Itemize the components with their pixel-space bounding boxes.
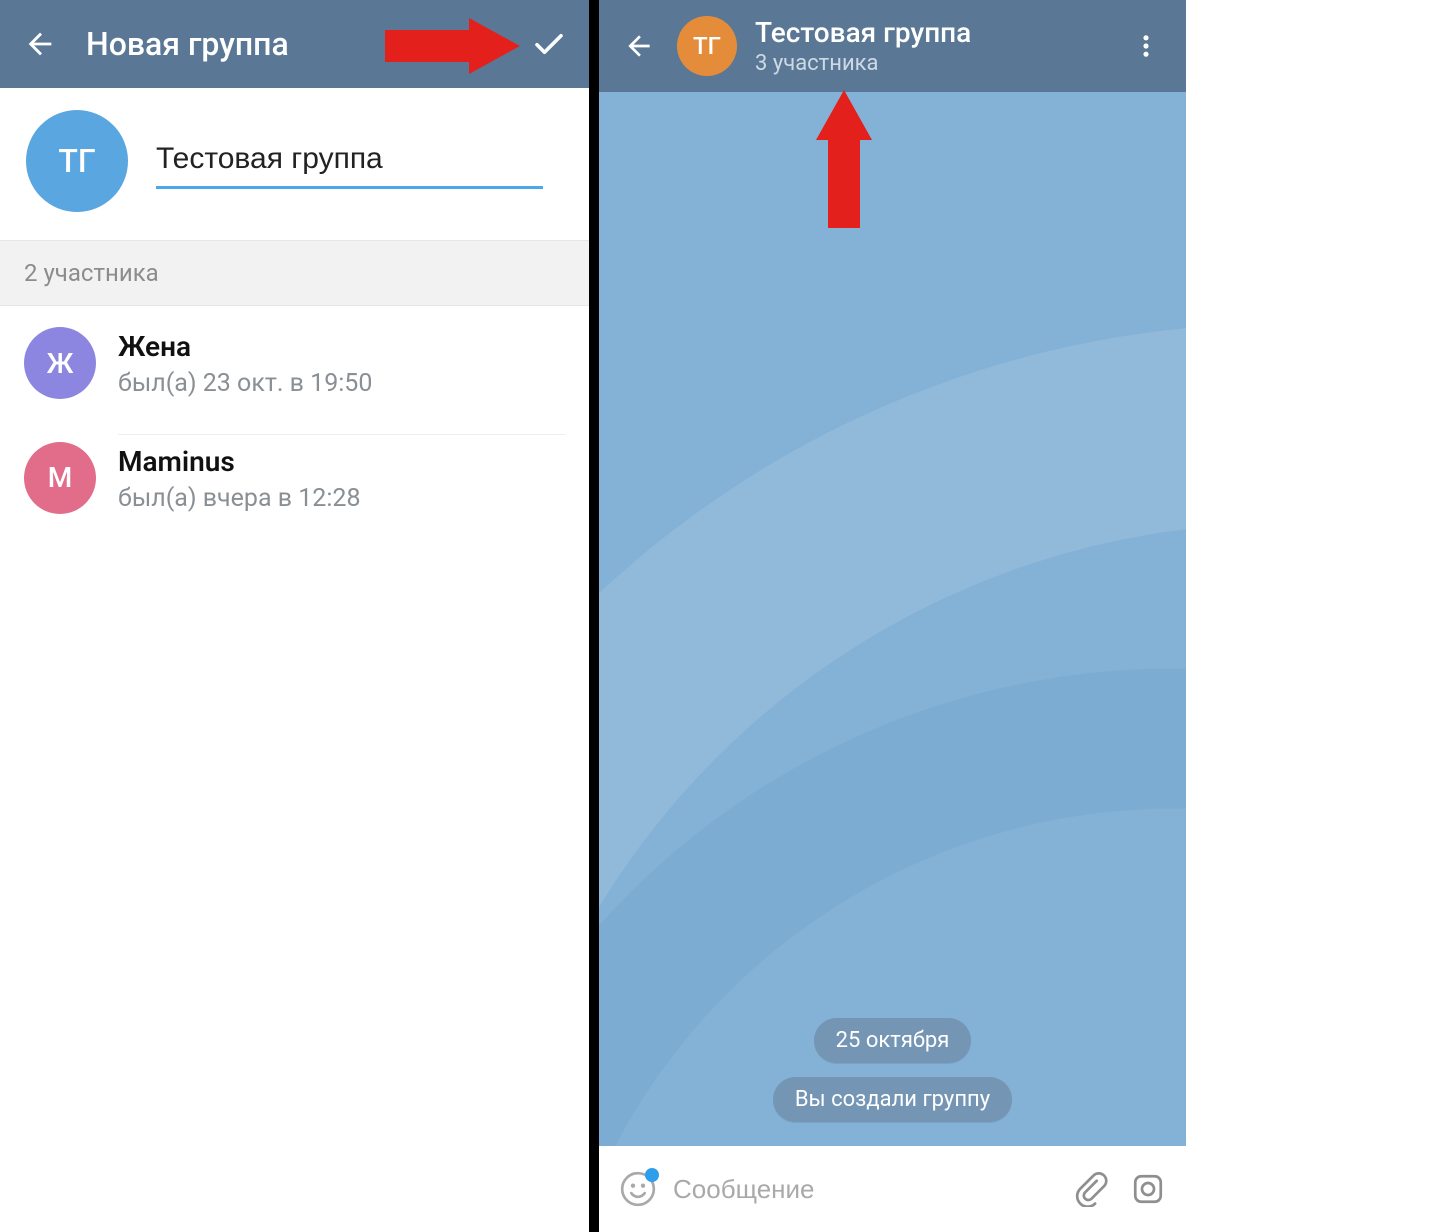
message-input[interactable] [673, 1174, 1056, 1205]
screen-group-chat: ТГ Тестовая группа 3 участника 25 октябр… [599, 0, 1186, 1232]
paperclip-icon [1072, 1171, 1108, 1207]
member-text: Жена был(а) 23 окт. в 19:50 [118, 320, 565, 406]
arrow-right-icon [385, 18, 520, 74]
group-edit-row: ТГ [0, 88, 589, 240]
annotation-arrow-right [385, 18, 520, 74]
voice-camera-button[interactable] [1124, 1165, 1172, 1213]
group-name-field-wrap [156, 134, 543, 189]
member-text: Maminus был(а) вчера в 12:28 [118, 434, 565, 521]
system-message-bubble: Вы создали группу [773, 1077, 1012, 1122]
chat-body: 25 октября Вы создали группу [599, 92, 1186, 1146]
confirm-button[interactable] [521, 16, 577, 72]
chat-subtitle: 3 участника [755, 51, 1118, 76]
member-status: был(а) вчера в 12:28 [118, 484, 565, 513]
arrow-left-icon [623, 30, 655, 62]
attach-button[interactable] [1066, 1165, 1114, 1213]
list-item[interactable]: Ж Жена был(а) 23 окт. в 19:50 [0, 306, 589, 420]
back-button[interactable] [611, 18, 667, 74]
member-name: Жена [118, 330, 565, 363]
screen-new-group: Новая группа ТГ 2 участника Ж Жена был(а… [0, 0, 589, 1232]
vertical-divider [589, 0, 599, 1232]
member-avatar: Ж [24, 327, 96, 399]
back-button[interactable] [12, 16, 68, 72]
list-item[interactable]: M Maminus был(а) вчера в 12:28 [0, 420, 589, 535]
chat-title: Тестовая группа [755, 16, 1118, 49]
header-right: ТГ Тестовая группа 3 участника [599, 0, 1186, 92]
notification-dot-icon [645, 1168, 659, 1182]
camera-icon [1130, 1171, 1166, 1207]
chat-header-text[interactable]: Тестовая группа 3 участника [755, 16, 1118, 76]
message-input-bar [599, 1146, 1186, 1232]
members-list: Ж Жена был(а) 23 окт. в 19:50 M Maminus … [0, 306, 589, 535]
group-avatar[interactable]: ТГ [26, 110, 128, 212]
emoji-button[interactable] [613, 1164, 663, 1214]
member-status: был(а) 23 окт. в 19:50 [118, 369, 565, 398]
more-options-button[interactable] [1118, 18, 1174, 74]
member-name: Maminus [118, 445, 565, 478]
group-name-input[interactable] [156, 134, 543, 189]
arrow-up-icon [816, 90, 872, 228]
chat-avatar[interactable]: ТГ [677, 16, 737, 76]
dots-vertical-icon [1132, 32, 1160, 60]
members-count-header: 2 участника [0, 240, 589, 306]
date-bubble: 25 октября [814, 1018, 972, 1063]
checkmark-icon [531, 26, 567, 62]
arrow-left-icon [23, 27, 57, 61]
annotation-arrow-up [816, 90, 872, 228]
blank-margin [1186, 0, 1450, 1232]
member-avatar: M [24, 442, 96, 514]
